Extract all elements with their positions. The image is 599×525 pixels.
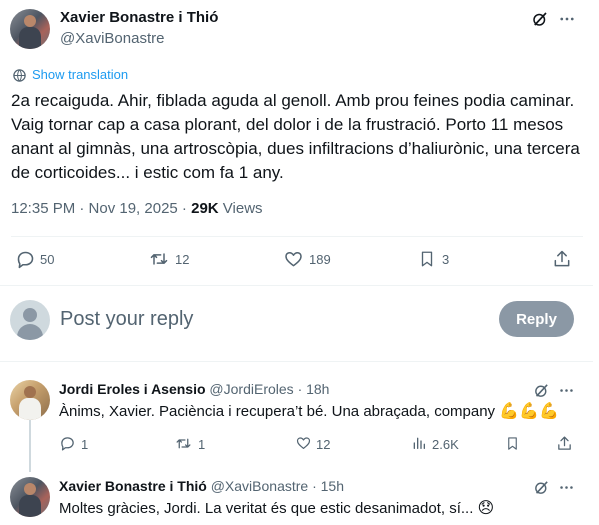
like-icon[interactable] xyxy=(294,434,312,452)
like-count: 189 xyxy=(309,252,331,267)
author-name[interactable]: Jordi Eroles i Asensio xyxy=(59,381,206,397)
reply-count: 1 xyxy=(81,437,89,452)
reply-text: Ànims, Xavier. Paciència i recupera’t bé… xyxy=(59,402,559,422)
tweet-meta: 12:35 PM · Nov 19, 2025 · 29K Views xyxy=(11,200,263,217)
avatar[interactable] xyxy=(10,477,50,517)
disappointed-face-emoji: 😞 xyxy=(477,500,495,517)
like-icon[interactable] xyxy=(282,248,304,270)
author-name[interactable]: Xavier Bonastre i Thió xyxy=(59,478,207,494)
reply-time[interactable]: · 15h xyxy=(312,478,344,494)
author-name[interactable]: Xavier Bonastre i Thió xyxy=(60,9,218,26)
reply-input[interactable]: Post your reply xyxy=(60,308,193,331)
reply-text-body: Moltes gràcies, Jordi. La veritat és que… xyxy=(59,500,474,517)
views-label: Views xyxy=(218,200,263,217)
grok-icon[interactable] xyxy=(532,381,550,399)
translate-icon xyxy=(11,67,27,83)
bookmark-icon[interactable] xyxy=(503,434,521,452)
more-icon[interactable] xyxy=(557,478,575,496)
bookmark-icon[interactable] xyxy=(417,248,437,270)
share-icon[interactable] xyxy=(551,248,573,270)
divider xyxy=(0,285,593,286)
repost-icon[interactable] xyxy=(147,248,171,270)
more-icon[interactable] xyxy=(557,9,577,29)
reply-count: 50 xyxy=(40,252,55,267)
reply-time[interactable]: · 18h xyxy=(298,381,330,397)
views-icon[interactable] xyxy=(410,434,428,452)
more-icon[interactable] xyxy=(557,381,575,399)
reply-icon[interactable] xyxy=(14,248,36,270)
like-count: 12 xyxy=(316,437,331,452)
views-count: 2.6K xyxy=(432,437,459,452)
reply-header: Jordi Eroles i Asensio @JordiEroles · 18… xyxy=(59,381,329,397)
repost-count: 12 xyxy=(175,252,190,267)
flexed-biceps-emoji: 💪💪💪 xyxy=(499,403,559,420)
avatar[interactable] xyxy=(10,9,50,49)
reply-button[interactable]: Reply xyxy=(499,301,574,337)
reply-text: Moltes gràcies, Jordi. La veritat és que… xyxy=(59,499,494,519)
author-handle[interactable]: @XaviBonastre xyxy=(211,478,308,494)
repost-icon[interactable] xyxy=(173,434,193,452)
tweet-time[interactable]: 12:35 PM · Nov 19, 2025 · xyxy=(11,200,191,217)
composer-avatar xyxy=(10,300,50,340)
bookmark-count: 3 xyxy=(442,252,450,267)
reply-header: Xavier Bonastre i Thió @XaviBonastre · 1… xyxy=(59,478,344,494)
share-icon[interactable] xyxy=(555,434,573,452)
views-count: 29K xyxy=(191,200,219,217)
author-handle[interactable]: @JordiEroles xyxy=(209,381,293,397)
reply-icon[interactable] xyxy=(58,434,76,452)
thread-line xyxy=(29,420,31,472)
avatar[interactable] xyxy=(10,380,50,420)
repost-count: 1 xyxy=(198,437,206,452)
author-handle[interactable]: @XaviBonastre xyxy=(60,30,164,47)
reply-text-body: Ànims, Xavier. Paciència i recupera’t bé… xyxy=(59,403,496,420)
show-translation-link[interactable]: Show translation xyxy=(32,67,128,82)
divider xyxy=(0,361,593,362)
tweet-text: 2a recaiguda. Ahir, fiblada aguda al gen… xyxy=(11,91,580,182)
divider xyxy=(11,236,583,237)
grok-icon[interactable] xyxy=(532,478,550,496)
grok-icon[interactable] xyxy=(530,9,550,29)
